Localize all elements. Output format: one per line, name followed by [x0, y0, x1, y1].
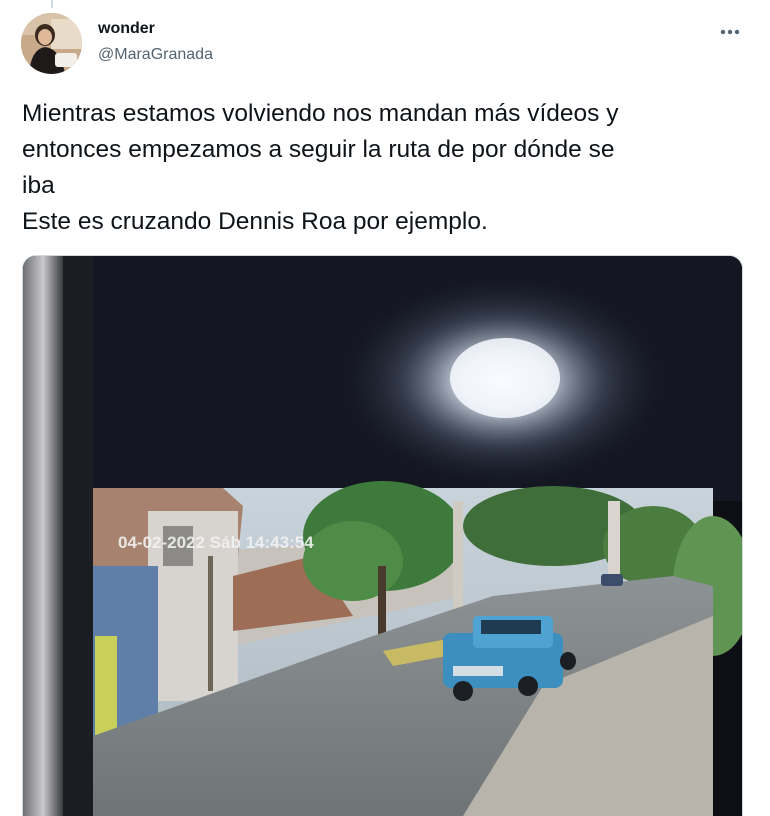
avatar-image	[21, 13, 82, 74]
more-options-button[interactable]	[716, 18, 744, 46]
cctv-photo: 04-02-2022 Sáb 14:43:54	[23, 256, 742, 816]
more-horizontal-icon	[720, 29, 740, 35]
cctv-timestamp: 04-02-2022 Sáb 14:43:54	[118, 533, 314, 552]
avatar[interactable]	[21, 13, 82, 74]
tweet-media[interactable]: 04-02-2022 Sáb 14:43:54	[22, 255, 743, 816]
author-handle[interactable]: @MaraGranada	[98, 46, 213, 64]
thread-connector-line	[51, 0, 53, 8]
author-name[interactable]: wonder	[98, 20, 155, 38]
tweet-text: Mientras estamos volviendo nos mandan má…	[22, 100, 619, 235]
